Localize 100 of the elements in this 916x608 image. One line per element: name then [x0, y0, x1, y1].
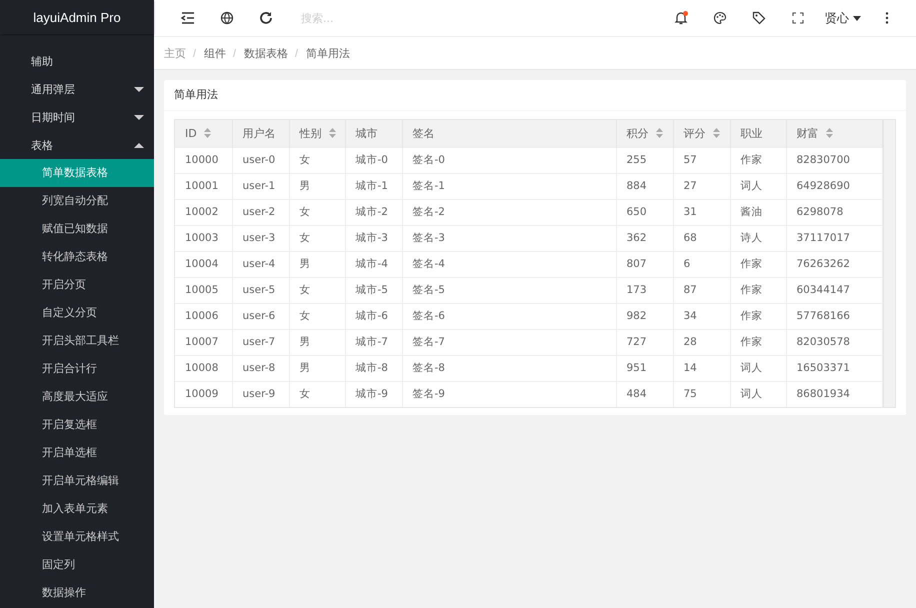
- column-header: 签名: [402, 120, 616, 147]
- palette-icon[interactable]: [712, 10, 728, 26]
- table-cell: 10004: [175, 251, 232, 277]
- table-cell: 作家: [730, 303, 786, 329]
- logo-text: layuiAdmin Pro: [33, 10, 121, 24]
- table-cell: 10002: [175, 199, 232, 225]
- tag-icon[interactable]: [750, 10, 766, 26]
- table-cell: 60344147: [786, 277, 882, 303]
- table-cell: 10008: [175, 355, 232, 381]
- sidebar-subitem[interactable]: 列宽自动分配: [0, 187, 154, 215]
- sidebar-subitem[interactable]: 开启复选框: [0, 411, 154, 439]
- table-cell: 10007: [175, 329, 232, 355]
- table-cell: 诗人: [730, 225, 786, 251]
- table-cell: 男: [289, 329, 345, 355]
- sidebar-subitem[interactable]: 简单数据表格: [0, 159, 154, 187]
- column-header: 用户名: [232, 120, 289, 147]
- table-cell: user-1: [232, 173, 289, 199]
- breadcrumb-link[interactable]: 数据表格: [244, 46, 288, 60]
- table-cell: 城市-6: [345, 303, 402, 329]
- table-cell: 82830700: [786, 147, 882, 173]
- sidebar-subitem[interactable]: 设置单元格样式: [0, 523, 154, 551]
- column-header[interactable]: 评分: [673, 120, 730, 147]
- table-cell: 10009: [175, 381, 232, 407]
- table-cell: 650: [616, 199, 673, 225]
- table-cell: 10003: [175, 225, 232, 251]
- table-cell: user-7: [232, 329, 289, 355]
- sidebar-subitem[interactable]: 赋值已知数据: [0, 215, 154, 243]
- table-cell: 城市-5: [345, 277, 402, 303]
- table-cell: 签名-6: [402, 303, 616, 329]
- table-cell: 城市-8: [345, 355, 402, 381]
- table-cell: 作家: [730, 251, 786, 277]
- indent-icon[interactable]: [180, 10, 196, 26]
- sidebar-item[interactable]: 通用弹层: [0, 75, 154, 103]
- table-cell: user-4: [232, 251, 289, 277]
- table-cell: 34: [673, 303, 730, 329]
- table-cell: 57768166: [786, 303, 882, 329]
- sidebar-item[interactable]: 表格: [0, 131, 154, 159]
- table-cell: user-5: [232, 277, 289, 303]
- table-cell: 37117017: [786, 225, 882, 251]
- table-cell: 28: [673, 329, 730, 355]
- sidebar-subitem[interactable]: 数据操作: [0, 579, 154, 607]
- sidebar-item[interactable]: 辅助: [0, 47, 154, 75]
- table-cell: 女: [289, 381, 345, 407]
- table-cell: 男: [289, 251, 345, 277]
- breadcrumb-link[interactable]: 组件: [204, 46, 226, 60]
- table-cell: 女: [289, 303, 345, 329]
- sidebar-subitem[interactable]: 高度最大适应: [0, 383, 154, 411]
- sidebar-subitem[interactable]: 固定列: [0, 551, 154, 579]
- table-cell: 484: [616, 381, 673, 407]
- table-cell: 签名-4: [402, 251, 616, 277]
- column-header[interactable]: 财富: [786, 120, 882, 147]
- column-header: 城市: [345, 120, 402, 147]
- sidebar-subitem[interactable]: 开启头部工具栏: [0, 327, 154, 355]
- table-cell: 女: [289, 277, 345, 303]
- sidebar-subitem[interactable]: 开启合计行: [0, 355, 154, 383]
- table-cell: 10005: [175, 277, 232, 303]
- sidebar-subitem[interactable]: 开启分页: [0, 271, 154, 299]
- sidebar-subitem[interactable]: 加入表单元素: [0, 495, 154, 523]
- table-cell: user-9: [232, 381, 289, 407]
- column-header[interactable]: ID: [175, 120, 232, 147]
- sidebar-subitem[interactable]: 开启单选框: [0, 439, 154, 467]
- table-cell: 城市-3: [345, 225, 402, 251]
- sidebar-subitem[interactable]: 转化静态表格: [0, 243, 154, 271]
- column-header[interactable]: 性别: [289, 120, 345, 147]
- breadcrumb-link[interactable]: 简单用法: [306, 46, 350, 60]
- table-cell: 女: [289, 147, 345, 173]
- table-cell: 男: [289, 173, 345, 199]
- table-cell: user-0: [232, 147, 289, 173]
- table-cell: 27: [673, 173, 730, 199]
- table-cell: 酱油: [730, 199, 786, 225]
- table-cell: 76263262: [786, 251, 882, 277]
- table-cell: 86801934: [786, 381, 882, 407]
- caret-icon: [853, 16, 861, 20]
- globe-icon[interactable]: [218, 10, 234, 26]
- table-cell: 城市-2: [345, 199, 402, 225]
- table-cell: user-2: [232, 199, 289, 225]
- table-cell: 签名-7: [402, 329, 616, 355]
- table-cell: 727: [616, 329, 673, 355]
- table-cell: 64928690: [786, 173, 882, 199]
- sidebar-item[interactable]: 日期时间: [0, 103, 154, 131]
- column-header: 职业: [730, 120, 786, 147]
- more-icon[interactable]: [884, 12, 888, 24]
- column-header[interactable]: 积分: [616, 120, 673, 147]
- fullscreen-icon[interactable]: [790, 10, 806, 26]
- table-cell: 签名-1: [402, 173, 616, 199]
- refresh-icon[interactable]: [258, 10, 274, 26]
- sidebar-subitem[interactable]: 开启单元格编辑: [0, 467, 154, 495]
- table-cell: 362: [616, 225, 673, 251]
- table-cell: 签名-2: [402, 199, 616, 225]
- sidebar-subitem[interactable]: 自定义分页: [0, 299, 154, 327]
- table-cell: 签名-0: [402, 147, 616, 173]
- user-menu[interactable]: 贤心: [817, 10, 867, 26]
- table-cell: 城市-1: [345, 173, 402, 199]
- table-cell: 作家: [730, 147, 786, 173]
- table-cell: 75: [673, 381, 730, 407]
- table-cell: 10001: [175, 173, 232, 199]
- table-cell: 城市-0: [345, 147, 402, 173]
- table-cell: 57: [673, 147, 730, 173]
- table-cell: 男: [289, 355, 345, 381]
- bell-icon[interactable]: [672, 10, 688, 26]
